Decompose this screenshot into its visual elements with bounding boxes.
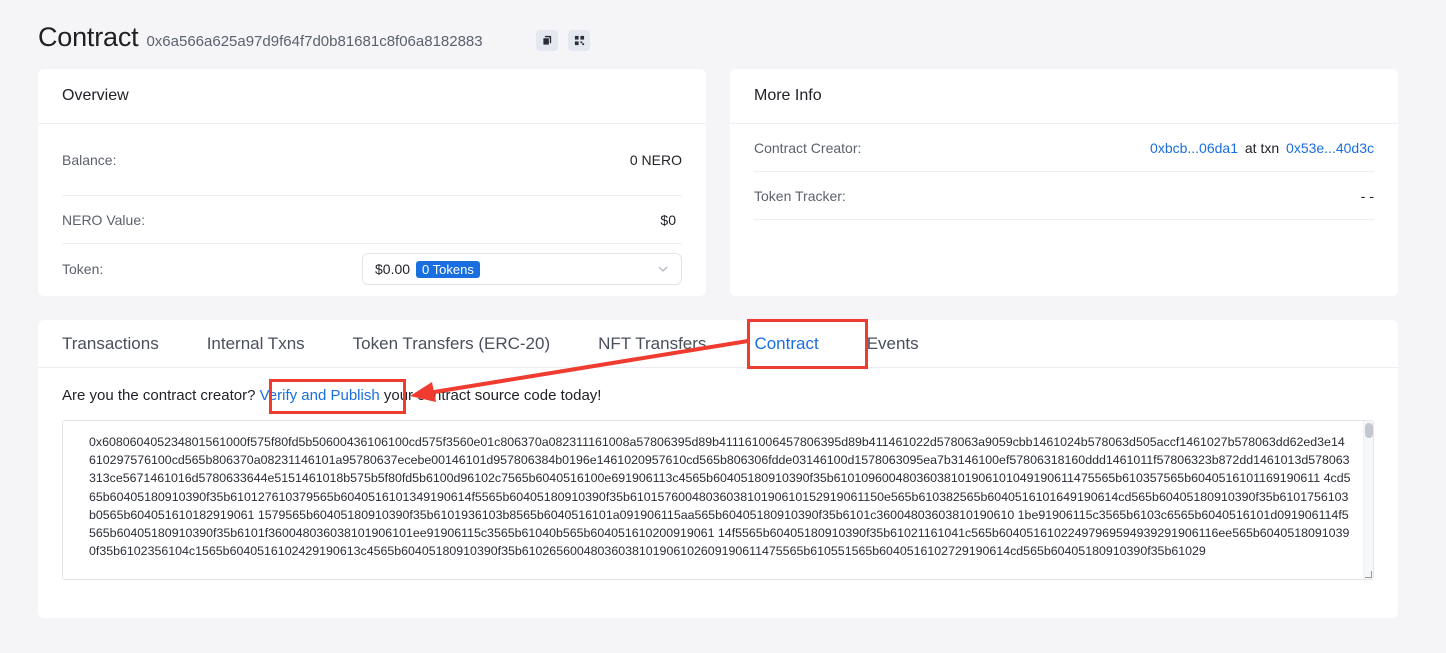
verify-and-publish-link[interactable]: Verify and Publish: [260, 387, 380, 404]
overview-card: Overview Balance: 0 NERO NERO Value: $0 …: [38, 69, 706, 296]
tab-token-transfers[interactable]: Token Transfers (ERC-20): [353, 320, 550, 368]
balance-label: Balance:: [62, 151, 117, 168]
tab-internal-txns[interactable]: Internal Txns: [207, 320, 305, 368]
copy-icon: [541, 35, 551, 46]
token-dropdown[interactable]: $0.00 0 Tokens: [362, 253, 682, 285]
verify-prompt: Are you the contract creator? Verify and…: [62, 387, 601, 404]
contract-address: 0x6a566a625a97d9f64f7d0b81681c8f06a81828…: [146, 33, 483, 50]
tab-events[interactable]: Events: [867, 320, 919, 368]
verify-prompt-suffix: your contract source code today!: [379, 387, 602, 404]
qr-code-button[interactable]: [568, 30, 590, 51]
balance-value: 0 NERO: [629, 151, 682, 168]
overview-title: Overview: [38, 69, 706, 124]
qr-code-icon: [574, 35, 584, 46]
token-tracker-value: - -: [1360, 187, 1374, 204]
scrollbar-thumb[interactable]: [1365, 423, 1373, 438]
token-amount: $0.00: [375, 261, 411, 277]
tab-bar: Transactions Internal Txns Token Transfe…: [38, 320, 1398, 368]
more-info-card: More Info Contract Creator: 0xbcb...06da…: [730, 69, 1398, 296]
contract-creator-row: Contract Creator: 0xbcb...06da1 at txn 0…: [754, 124, 1374, 172]
token-count-badge: 0 Tokens: [416, 260, 480, 278]
nero-value-row: NERO Value: $0: [62, 196, 682, 244]
page-title: Contract: [38, 22, 139, 52]
nero-value-value: $0: [660, 211, 676, 228]
token-label: Token:: [62, 261, 104, 277]
page-header: Contract 0x6a566a625a97d9f64f7d0b81681c8…: [38, 22, 483, 53]
resize-handle-icon[interactable]: [1365, 571, 1372, 578]
tab-contract[interactable]: Contract: [754, 320, 818, 368]
token-tracker-row: Token Tracker: - -: [754, 172, 1374, 220]
bytecode-text: 0x608060405234801561000f575f80fd5b506004…: [89, 435, 1351, 559]
nero-value-label: NERO Value:: [62, 211, 145, 228]
tabs-card: Transactions Internal Txns Token Transfe…: [38, 320, 1398, 618]
contract-creator-label: Contract Creator:: [754, 139, 862, 156]
balance-row: Balance: 0 NERO: [62, 124, 682, 196]
chevron-down-icon: [658, 266, 668, 272]
token-row: Token: $0.00 0 Tokens: [62, 244, 682, 294]
token-tracker-label: Token Tracker:: [754, 187, 846, 204]
creator-txn-link[interactable]: 0x53e...40d3c: [1286, 140, 1374, 156]
tab-nft-transfers[interactable]: NFT Transfers: [598, 320, 706, 368]
at-txn-text: at txn: [1244, 139, 1280, 156]
bytecode-scrollbar[interactable]: [1363, 421, 1373, 579]
verify-prompt-prefix: Are you the contract creator?: [62, 387, 260, 404]
creator-address-link[interactable]: 0xbcb...06da1: [1150, 140, 1238, 156]
copy-address-button[interactable]: [536, 30, 558, 51]
contract-creator-value: 0xbcb...06da1 at txn 0x53e...40d3c: [1150, 140, 1374, 156]
more-info-title: More Info: [730, 69, 1398, 124]
tab-transactions[interactable]: Transactions: [62, 320, 159, 368]
bytecode-textarea[interactable]: 0x608060405234801561000f575f80fd5b506004…: [62, 420, 1374, 580]
